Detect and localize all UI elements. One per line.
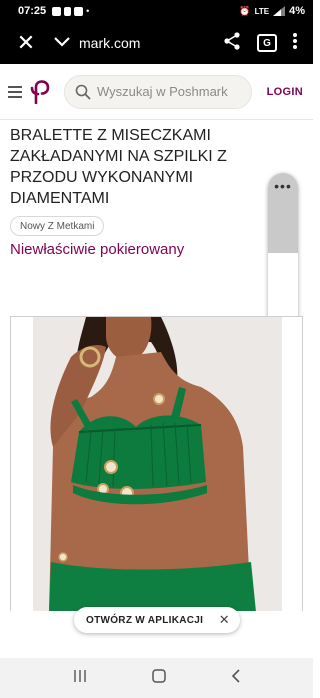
product-photo	[11, 317, 302, 611]
notification-icons: •	[52, 6, 89, 16]
network-type: LTE	[254, 6, 270, 16]
login-link[interactable]: LOGIN	[267, 86, 303, 98]
more-horiz-icon[interactable]: •••	[274, 179, 292, 253]
system-nav-bar	[0, 658, 313, 698]
translate-icon[interactable]: G	[257, 34, 277, 52]
share-icon[interactable]	[223, 31, 241, 55]
open-in-app-label[interactable]: OTWÓRZ W APLIKACJI	[86, 615, 203, 626]
dot-icon: •	[86, 6, 90, 16]
chevron-down-icon[interactable]	[47, 34, 77, 52]
close-icon[interactable]: ✕	[9, 30, 43, 56]
back-icon[interactable]	[231, 668, 241, 688]
product-title: BRALETTE Z MISECZKAMI ZAKŁADANYMI NA SZP…	[10, 127, 227, 207]
product-image[interactable]	[10, 316, 303, 611]
search-icon	[75, 84, 91, 100]
more-vert-icon[interactable]	[293, 32, 297, 54]
message-icon	[52, 6, 62, 16]
search-input[interactable]	[97, 84, 247, 99]
widget-handle[interactable]: •••	[268, 173, 298, 253]
close-banner-icon[interactable]: ✕	[219, 612, 230, 628]
search-bar[interactable]	[64, 74, 252, 109]
price-text: Niewłaściwie pokierowany	[10, 241, 185, 258]
browser-toolbar: ✕ mark.com G	[0, 22, 313, 64]
menu-icon[interactable]	[8, 85, 22, 98]
home-icon[interactable]	[151, 668, 166, 688]
gallery-icon	[74, 6, 84, 16]
status-time: 07:25	[18, 5, 47, 17]
recents-icon[interactable]	[73, 669, 87, 688]
condition-badge: Nowy Z Metkami	[10, 216, 105, 236]
lock-icon	[64, 6, 72, 16]
alarm-icon: ⏰	[239, 5, 251, 16]
site-header: LOGIN	[0, 64, 313, 120]
poshmark-logo[interactable]	[30, 79, 50, 104]
url-text[interactable]: mark.com	[79, 35, 140, 51]
signal-icon	[273, 6, 286, 16]
status-bar: 07:25 • ⏰ LTE 4%	[0, 0, 313, 22]
open-in-app-banner[interactable]: OTWÓRZ W APLIKACJI ✕	[74, 607, 240, 633]
battery-level: 4%	[289, 5, 305, 17]
